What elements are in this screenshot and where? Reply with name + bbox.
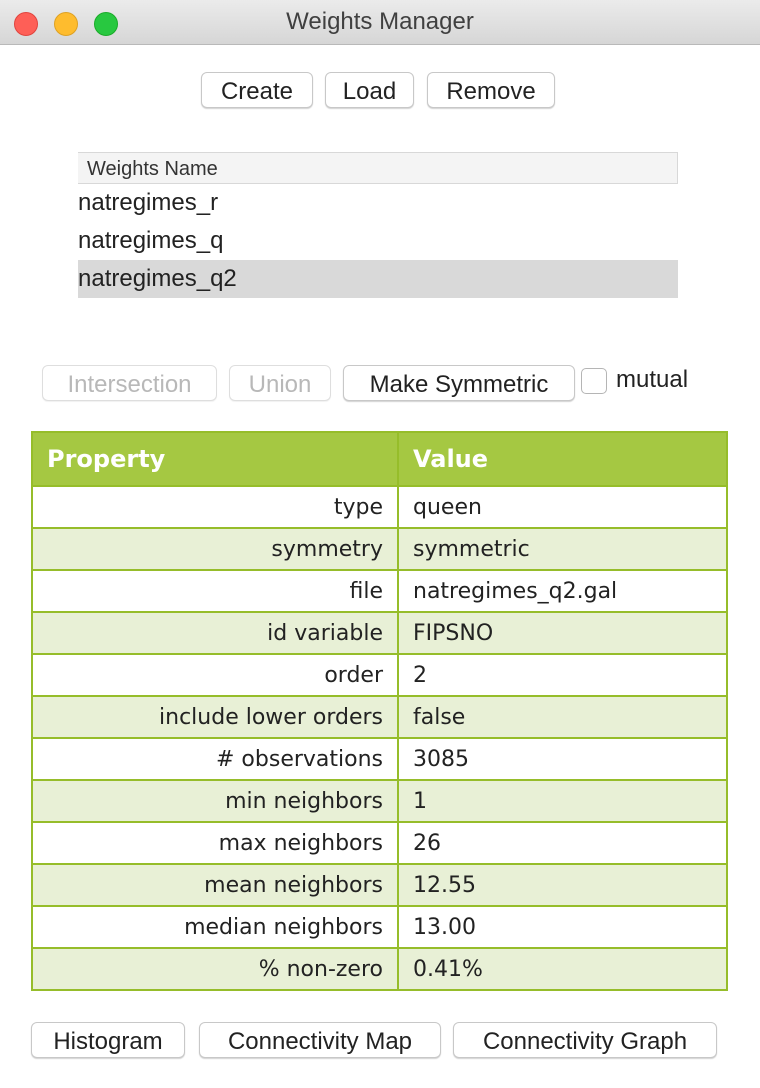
property-cell: median neighbors	[31, 905, 399, 949]
table-row: order 2	[31, 653, 728, 697]
value-cell: queen	[397, 485, 728, 529]
value-cell: 13.00	[397, 905, 728, 949]
property-cell: max neighbors	[31, 821, 399, 865]
property-cell: # observations	[31, 737, 399, 781]
weights-list-item[interactable]: natregimes_r	[78, 184, 678, 222]
window-title: Weights Manager	[286, 8, 474, 35]
create-button[interactable]: Create	[201, 72, 313, 108]
mutual-label: mutual	[616, 366, 689, 393]
value-cell: symmetric	[397, 527, 728, 571]
table-row: include lower orders false	[31, 695, 728, 739]
histogram-button[interactable]: Histogram	[31, 1022, 185, 1058]
weights-list-item[interactable]: natregimes_q	[78, 222, 678, 260]
table-row: % non-zero 0.41%	[31, 947, 728, 991]
table-header-row: Property Value	[31, 431, 728, 487]
table-row: mean neighbors 12.55	[31, 863, 728, 907]
value-cell: 3085	[397, 737, 728, 781]
property-cell: id variable	[31, 611, 399, 655]
property-cell: symmetry	[31, 527, 399, 571]
property-cell: file	[31, 569, 399, 613]
table-row: median neighbors 13.00	[31, 905, 728, 949]
property-cell: include lower orders	[31, 695, 399, 739]
table-row: type queen	[31, 485, 728, 529]
table-row: symmetry symmetric	[31, 527, 728, 571]
table-row: min neighbors 1	[31, 779, 728, 823]
table-row: max neighbors 26	[31, 821, 728, 865]
value-cell: 12.55	[397, 863, 728, 907]
title-bar: Weights Manager	[0, 0, 760, 45]
table-row: file natregimes_q2.gal	[31, 569, 728, 613]
table-row: id variable FIPSNO	[31, 611, 728, 655]
value-cell: false	[397, 695, 728, 739]
weights-name-column-header[interactable]: Weights Name	[78, 152, 678, 184]
remove-button[interactable]: Remove	[427, 72, 555, 108]
intersection-button[interactable]: Intersection	[42, 365, 217, 401]
weights-manager-window: Weights Manager Create Load Remove Weigh…	[0, 0, 760, 1088]
connectivity-map-button[interactable]: Connectivity Map	[199, 1022, 441, 1058]
property-column-header: Property	[31, 431, 399, 487]
value-cell: 26	[397, 821, 728, 865]
property-cell: min neighbors	[31, 779, 399, 823]
value-cell: 2	[397, 653, 728, 697]
weights-list-item-selected[interactable]: natregimes_q2	[78, 260, 678, 298]
make-symmetric-button[interactable]: Make Symmetric	[343, 365, 575, 401]
properties-table: Property Value type queen symmetry symmetr…	[31, 431, 728, 991]
value-cell: 0.41%	[397, 947, 728, 991]
value-column-header: Value	[397, 431, 728, 487]
mutual-checkbox[interactable]	[581, 368, 607, 394]
property-cell: order	[31, 653, 399, 697]
property-cell: mean neighbors	[31, 863, 399, 907]
value-cell: FIPSNO	[397, 611, 728, 655]
load-button[interactable]: Load	[325, 72, 414, 108]
value-cell: 1	[397, 779, 728, 823]
value-cell: natregimes_q2.gal	[397, 569, 728, 613]
weights-list[interactable]: Weights Name natregimes_r natregimes_q n…	[78, 152, 678, 298]
table-row: # observations 3085	[31, 737, 728, 781]
property-cell: type	[31, 485, 399, 529]
connectivity-graph-button[interactable]: Connectivity Graph	[453, 1022, 717, 1058]
property-cell: % non-zero	[31, 947, 399, 991]
union-button[interactable]: Union	[229, 365, 331, 401]
